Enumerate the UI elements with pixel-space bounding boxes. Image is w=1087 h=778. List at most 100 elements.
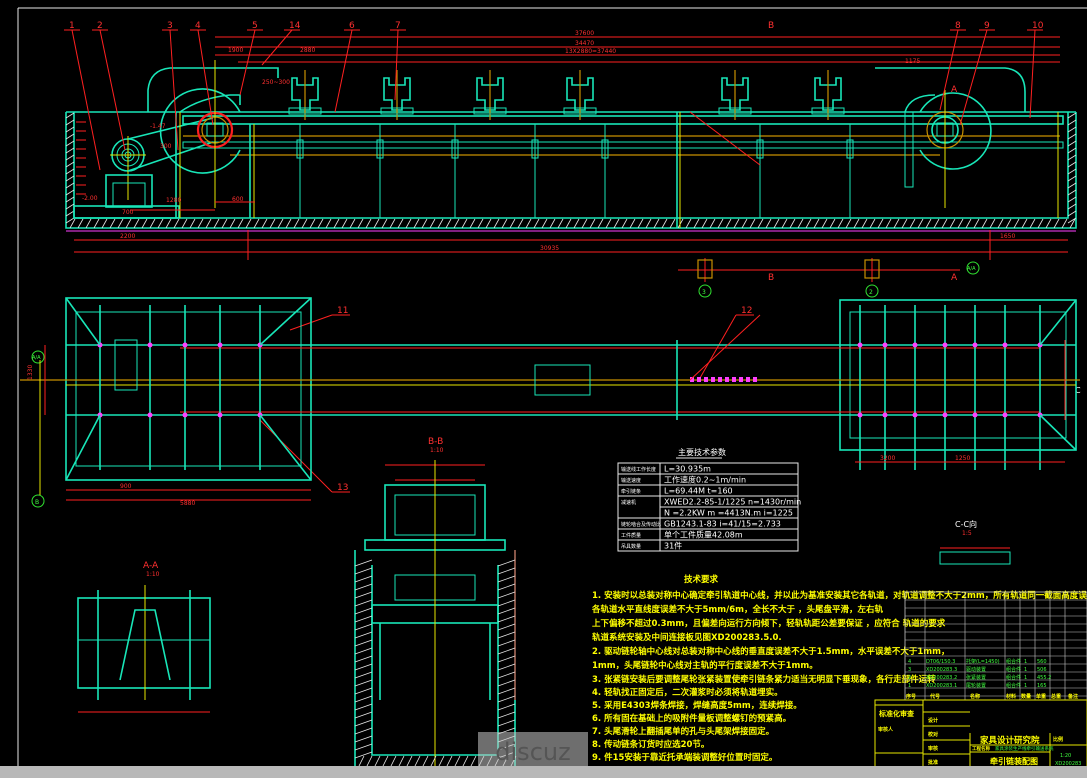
part-11: 11 [337, 306, 348, 316]
elevation-view: 37600 34470 13X2880=37440 1900 2880 250~… [65, 30, 1077, 282]
parts-qty: 1 [1024, 667, 1027, 673]
parts-material: 组合件 [1006, 674, 1021, 681]
parts-no: 3 [908, 667, 911, 673]
section-bb: B-B 1:10 [354, 437, 517, 769]
circle-3: 3 [702, 289, 706, 296]
parts-header: 总重 [1051, 693, 1061, 700]
parts-code: XD200283.2 [926, 675, 957, 681]
dim-1175: 1175 [905, 58, 920, 65]
view-cc: C-C向 1:5 [939, 519, 1011, 565]
dim-overall: 30935 [540, 245, 559, 252]
std-check: 标准化审查 [878, 709, 915, 718]
scale-label: 比例 [1053, 736, 1063, 743]
parts-name: 驱动装置 [966, 666, 986, 673]
dim-top-3: 13X2880=37440 [565, 48, 616, 55]
project-name: 家具涂装生产线牵引输送系统 [995, 745, 1054, 752]
param-value: 工作速度0.2~1m/min [664, 475, 746, 485]
dim-600: 600 [232, 196, 244, 203]
view-markers: B B A A 3 2 A/A A/A B C [31, 21, 1081, 508]
level-1: -1.47 [150, 123, 166, 130]
part-12: 12 [741, 306, 752, 316]
parts-qty: 1 [1024, 675, 1027, 681]
dim-top-2: 34470 [575, 40, 594, 47]
level-2: -2.00 [82, 195, 98, 202]
tech-req-line: 4. 轻轨找正固定后，二次灌浆时必须将轨道埋实。 [592, 687, 783, 698]
part-6: 6 [349, 21, 355, 31]
marker-a-top: A [951, 85, 958, 95]
section-bb-title: B-B [428, 437, 443, 447]
dim-1650: 1650 [1000, 233, 1015, 240]
part-8: 8 [955, 21, 961, 31]
parts-name: 托架(L=1450) [966, 658, 1000, 665]
param-value: XWED2.2-85-1/1225 n=1430r/min [664, 498, 801, 507]
param-value: 31件 [664, 541, 682, 551]
dim-300: 300 [160, 143, 172, 150]
parts-header: 单重 [1036, 693, 1046, 700]
dimension-lines [74, 36, 1068, 282]
scale: 1:20 [1060, 753, 1071, 759]
parts-header: 数量 [1021, 693, 1031, 700]
sign-label: 校对 [928, 731, 938, 738]
part-10: 10 [1032, 21, 1044, 31]
dim-700: 700 [122, 209, 134, 216]
section-bb-scale: 1:10 [430, 447, 444, 454]
title-block: 标准化审查 审核人 家具设计研究院 工程名称 家具涂装生产线牵引输送系统 牵引链… [874, 699, 1087, 771]
marker-b-top: B [768, 21, 774, 31]
dim-1900: 1900 [228, 47, 243, 54]
parts-header: 备注 [1067, 693, 1078, 700]
view-cc-title: C-C向 [955, 519, 977, 529]
part-1: 1 [69, 21, 75, 31]
parts-code: XD200283.3 [926, 667, 957, 673]
tech-req-line: 5. 采用E4303焊条焊接，焊缝高度5mm，连续焊接。 [592, 700, 802, 711]
parts-material: 组合件 [1006, 682, 1021, 689]
param-value: N =2.2KW m =4413N.m i=1225 [664, 509, 793, 518]
sign-label: 批准 [928, 759, 938, 766]
param-value: 单个工件质量42.08m [664, 530, 743, 540]
reviewer: 审核人 [878, 726, 894, 733]
plan-dim-3200: 3200 [880, 455, 895, 462]
section-aa: A-A 1:10 [77, 561, 211, 713]
parts-name: 尾轮装置 [966, 682, 986, 689]
sign-label: 审核 [928, 745, 938, 752]
parts-code: XD200283.1 [926, 683, 957, 689]
project-label: 工程名称 [972, 745, 990, 752]
plan-dim-1250: 1250 [955, 455, 970, 462]
param-value: L=69.44M t=160 [664, 487, 733, 496]
parts-weight: 506 [1037, 667, 1047, 673]
parts-material: 组合件 [1006, 658, 1021, 665]
view-cc-scale: 1:5 [962, 530, 972, 537]
circle-2: 2 [869, 289, 873, 296]
plan-dim-1330: 1330 [27, 365, 34, 380]
param-label: 链轮啮合及传动比 [621, 521, 661, 528]
part-3: 3 [167, 21, 173, 31]
param-label: 工件质量 [621, 532, 641, 539]
cad-drawing-canvas[interactable]: 37600 34470 13X2880=37440 1900 2880 250~… [0, 0, 1087, 778]
drawing-title: 牵引链装配图 [990, 756, 1038, 766]
part-leaders: 1 2 3 4 5 14 6 7 8 9 1011 1213 [64, 21, 1044, 493]
param-label: 吊具数量 [621, 543, 641, 550]
tech-req-line: 轨道系统安装及中间连接板见图XD200283.5.0. [592, 632, 782, 643]
section-aa-scale: 1:10 [146, 571, 160, 578]
head-sprocket [159, 60, 241, 208]
parts-no: 2 [908, 675, 911, 681]
parts-no: 1 [908, 683, 911, 689]
parts-name: 张紧装置 [966, 674, 986, 681]
circle-aa: A/A [967, 266, 976, 272]
parts-qty: 1 [1024, 659, 1027, 665]
plan-view: 1330 5880 900 1250 3200 [20, 297, 1080, 507]
parts-weight: 560 [1037, 659, 1047, 665]
parameter-table-title: 主要技术参数 [678, 447, 726, 457]
param-value: L=30.935m [664, 465, 711, 474]
parts-weight: 165 [1037, 683, 1047, 689]
parts-weight: 455.2 [1037, 675, 1051, 681]
tech-req-line: 6. 所有固在基础上的吸附件量板调整螺钉的预紧高。 [592, 713, 791, 724]
dim-1280: 1280 [166, 197, 181, 204]
marker-a-bottom: A [951, 273, 958, 283]
parameter-table: 主要技术参数 输送线工作长度 L=30.935m 输送速度 工作速度0.2~1m/mi… [617, 447, 801, 552]
tech-req-line: 各轨道水平直线度误差不大于5mm/6m，全长不大于 ，头尾盘平滑，左右轨 [591, 604, 883, 615]
tech-req-line: 1mm，头尾链轮中心线对主轨的平行度误差不大于1mm。 [592, 660, 818, 671]
plan-frame-members [65, 297, 1077, 481]
part-13: 13 [337, 483, 348, 493]
sign-label: 设计 [928, 717, 938, 724]
tech-req-line: 8. 传动链条订货时应选20节。 [592, 739, 709, 750]
